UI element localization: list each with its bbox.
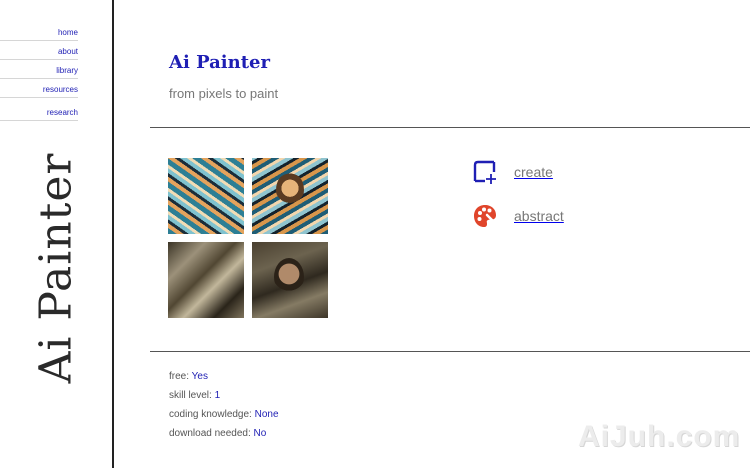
fact-skill-level: skill level: 1: [169, 390, 220, 401]
gallery-image-portrait-swirl[interactable]: [252, 158, 328, 234]
fact-coding-value: None: [254, 409, 279, 420]
fact-free-value: Yes: [191, 371, 208, 382]
fact-free-label: free:: [169, 371, 190, 382]
fact-download-value: No: [253, 428, 267, 439]
nav-link-home[interactable]: home: [0, 28, 78, 41]
fact-coding-label: coding knowledge:: [169, 409, 252, 420]
nav-link-research[interactable]: research: [0, 108, 78, 121]
fact-download-label: download needed:: [169, 428, 251, 439]
nav-link-about[interactable]: about: [0, 47, 78, 60]
nav-link-library[interactable]: library: [0, 66, 78, 79]
fact-coding-knowledge: coding knowledge: None: [169, 409, 279, 420]
sidebar: home about library resources research Ai…: [0, 0, 114, 468]
crop-add-icon: [472, 159, 498, 185]
page-subtitle: from pixels to paint: [169, 86, 279, 101]
fact-download-needed: download needed: No: [169, 428, 266, 439]
gallery-image-portrait[interactable]: [252, 242, 328, 318]
fact-skill-label: skill level:: [169, 390, 212, 401]
gallery-image-cubist[interactable]: [168, 242, 244, 318]
nav-link-resources[interactable]: resources: [0, 85, 78, 98]
abstract-link[interactable]: abstract: [472, 203, 564, 229]
watermark: AiJuh.com: [578, 420, 741, 453]
fact-skill-value: 1: [214, 390, 221, 401]
abstract-label: abstract: [514, 208, 564, 224]
page-title: Ai Painter: [169, 52, 270, 73]
create-link[interactable]: create: [472, 159, 553, 185]
section-divider-bottom: [150, 351, 750, 352]
sidebar-title-text: Ai Painter: [30, 152, 82, 384]
fact-free: free: Yes: [169, 371, 208, 382]
section-divider-top: [150, 127, 750, 128]
palette-icon: [472, 203, 498, 229]
create-label: create: [514, 164, 553, 180]
gallery-image-swirl[interactable]: [168, 158, 244, 234]
